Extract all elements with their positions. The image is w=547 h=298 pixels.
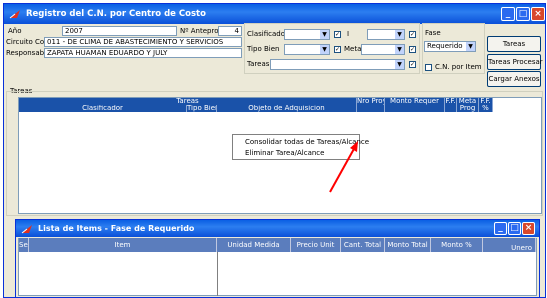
subwindow-title: Lista de Items - Fase de Requerido <box>38 224 195 233</box>
circuito-field[interactable]: 011 - DE CLIMA DE ABASTECIMIENTO Y SERVI… <box>44 37 242 47</box>
chevron-down-icon[interactable]: ▼ <box>395 45 404 54</box>
header-clasificador[interactable]: Clasificador <box>19 105 187 112</box>
header-monto-pct[interactable]: Monto % <box>431 238 483 252</box>
combo2-checkbox[interactable]: ✓ <box>409 31 416 38</box>
cn-por-item-label: C.N. por Item <box>435 63 482 71</box>
app-icon <box>9 10 20 19</box>
tipo-bien-combo[interactable]: ▼ <box>284 44 330 55</box>
header-unero[interactable]: Unero <box>483 238 536 252</box>
cn-por-item-checkbox[interactable] <box>425 64 432 71</box>
combo2-select[interactable]: ▼ <box>367 29 405 40</box>
tipo-bien-checkbox[interactable]: ✓ <box>334 46 341 53</box>
chevron-down-icon[interactable]: ▼ <box>320 45 329 54</box>
tareas-filter-label: Tareas <box>247 60 270 68</box>
clasificador-checkbox[interactable]: ✓ <box>334 31 341 38</box>
app-icon <box>21 225 32 234</box>
header-tareas[interactable]: Tareas <box>19 98 357 105</box>
chevron-down-icon[interactable]: ▼ <box>395 60 404 69</box>
annotation-arrow-icon <box>329 141 358 193</box>
title-bar[interactable]: Registro del C.N. por Centro de Costo _ … <box>4 4 545 24</box>
chevron-down-icon[interactable]: ▼ <box>320 30 329 39</box>
header-ff-pct[interactable]: F.F. % <box>479 98 493 112</box>
column-divider <box>217 252 218 296</box>
tareas-combo[interactable]: ▼ <box>270 59 405 70</box>
subwindow-title-bar[interactable]: Lista de Items - Fase de Requerido _ □ × <box>16 220 539 237</box>
minimize-icon[interactable]: _ <box>501 7 515 21</box>
meta-checkbox[interactable]: ✓ <box>409 46 416 53</box>
close-icon[interactable]: × <box>531 7 545 21</box>
responsable-field[interactable]: ZAPATA HUAMAN EDUARDO Y JULY <box>44 48 242 58</box>
header-cant-total[interactable]: Cant. Total <box>341 238 385 252</box>
header-item[interactable]: Item <box>29 238 217 252</box>
header-precio-unit[interactable]: Precio Unit <box>291 238 341 252</box>
chevron-down-icon[interactable]: ▼ <box>395 30 404 39</box>
fase-combo[interactable]: Requerido ▼ <box>424 41 476 52</box>
tipo-bien-label: Tipo Bien <box>247 45 280 53</box>
nro-field[interactable]: 4 <box>218 26 242 36</box>
header-nro-proy[interactable]: Nro Proy <box>357 98 385 112</box>
header-unidad-medida[interactable]: Unidad Medida <box>217 238 291 252</box>
fase-label: Fase <box>425 29 441 37</box>
tareas-procesar-button[interactable]: Tareas Procesar <box>487 54 543 70</box>
chevron-down-icon[interactable]: ▼ <box>466 42 475 51</box>
header-tipo-bien[interactable]: Tipo Bien <box>187 105 217 112</box>
combo2-label: I <box>347 30 350 38</box>
cargar-anexos-button[interactable]: Cargar Anexos <box>487 71 541 87</box>
clasificador-label: Clasificador <box>247 30 288 38</box>
header-monto-total[interactable]: Monto Total <box>385 238 431 252</box>
maximize-icon[interactable]: □ <box>516 7 530 21</box>
tareas-checkbox[interactable]: ✓ <box>409 61 416 68</box>
window-title: Registro del C.N. por Centro de Costo <box>26 9 206 19</box>
header-objeto-adquisicion[interactable]: Objeto de Adquisicion <box>217 105 357 112</box>
close-icon[interactable]: × <box>522 222 535 235</box>
header-sec[interactable]: Sec <box>19 238 29 252</box>
header-ff[interactable]: F.F. <box>445 98 457 112</box>
minimize-icon[interactable]: _ <box>494 222 507 235</box>
year-field[interactable]: 2007 <box>62 26 177 36</box>
header-meta-prog[interactable]: Meta Prog <box>457 98 479 112</box>
meta-label: Meta <box>344 45 362 53</box>
maximize-icon[interactable]: □ <box>508 222 521 235</box>
fase-value: Requerido <box>427 42 463 50</box>
items-subwindow: Lista de Items - Fase de Requerido _ □ ×… <box>15 219 540 298</box>
nro-label: Nº Anteproy <box>180 27 223 35</box>
tareas-button[interactable]: Tareas <box>487 36 541 52</box>
header-monto-requer[interactable]: Monto Requer <box>385 98 445 112</box>
meta-combo[interactable]: ▼ <box>361 44 405 55</box>
year-label: Año <box>8 27 22 35</box>
clasificador-combo[interactable]: ▼ <box>284 29 330 40</box>
menu-item-eliminar[interactable]: Eliminar Tarea/Alcance <box>245 149 324 157</box>
